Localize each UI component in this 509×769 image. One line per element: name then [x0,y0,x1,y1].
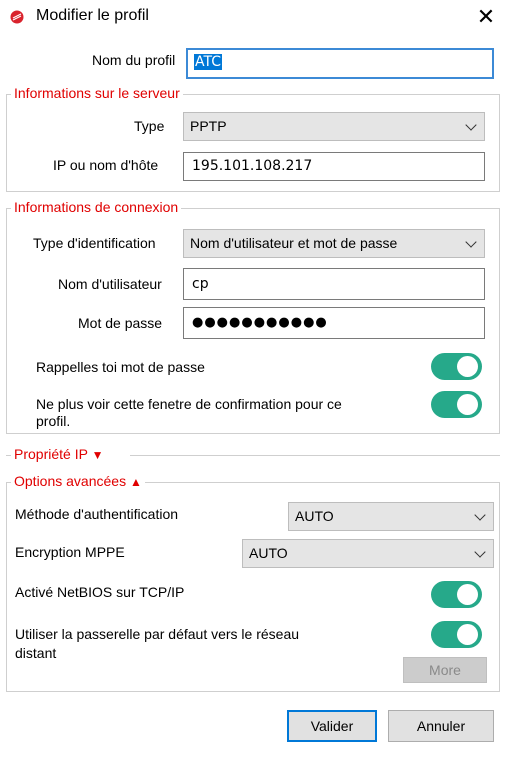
connection-info-legend: Informations de connexion [11,199,182,215]
hide-confirm-label-line1: Ne plus voir cette fenetre de confirmati… [36,396,342,412]
type-select[interactable]: PPTP [183,112,485,141]
auth-type-select[interactable]: Nom d'utilisateur et mot de passe [183,229,485,258]
chevron-down-icon [465,236,477,248]
auth-method-label: Méthode d'authentification [15,506,179,522]
ip-props-toggle[interactable]: Propriété IP ▼ [11,446,107,462]
chevron-down-icon [474,546,486,558]
triangle-up-icon: ▲ [129,475,142,489]
advanced-options-toggle[interactable]: Options avancées ▲ [11,473,145,489]
gateway-toggle[interactable] [431,621,482,648]
username-label: Nom d'utilisateur [58,276,162,292]
gateway-label-line2: distant [15,645,57,661]
validate-button[interactable]: Valider [287,710,377,742]
hide-confirm-label-line2: profil. [36,413,71,429]
chevron-down-icon [474,509,486,521]
window-title: Modifier le profil [36,7,149,24]
remember-password-label: Rappelles toi mot de passe [36,359,205,375]
mppe-select-value: AUTO [249,545,288,561]
more-button[interactable]: More [403,657,487,683]
host-input-value: 195.101.108.217 [192,158,313,174]
password-input[interactable]: ●●●●●●●●●●● [183,307,485,339]
ip-props-label: Propriété IP [14,446,88,462]
auth-method-select-value: AUTO [295,508,334,524]
username-input[interactable]: cp [183,268,485,300]
title-bar: Modifier le profil ✕ [0,0,509,36]
auth-method-select[interactable]: AUTO [288,502,494,531]
close-icon[interactable]: ✕ [472,3,500,31]
password-label: Mot de passe [78,315,163,331]
auth-type-label: Type d'identification [33,235,156,251]
type-label: Type [134,118,165,134]
mppe-label: Encryption MPPE [15,544,125,560]
gateway-label-line1: Utiliser la passerelle par défaut vers l… [15,626,300,642]
toggle-knob [457,394,478,415]
profile-name-input[interactable]: ATC [186,48,494,79]
ip-props-separator [130,455,500,456]
server-info-legend: Informations sur le serveur [11,85,183,101]
remember-password-toggle[interactable] [431,353,482,380]
type-select-value: PPTP [190,118,227,134]
password-input-value: ●●●●●●●●●●● [192,315,328,330]
triangle-down-icon: ▼ [91,448,104,462]
profile-name-label: Nom du profil [92,52,176,68]
toggle-knob [457,624,478,645]
hide-confirm-toggle[interactable] [431,391,482,418]
profile-name-value: ATC [194,54,222,70]
netbios-label: Activé NetBIOS sur TCP/IP [15,584,185,600]
username-input-value: cp [192,276,209,292]
chevron-down-icon [465,119,477,131]
app-logo-icon [10,10,24,24]
cancel-button[interactable]: Annuler [388,710,494,742]
auth-type-select-value: Nom d'utilisateur et mot de passe [190,235,398,251]
netbios-toggle[interactable] [431,581,482,608]
host-input[interactable]: 195.101.108.217 [183,152,485,181]
toggle-knob [457,356,478,377]
advanced-options-legend: Options avancées [14,473,127,489]
mppe-select[interactable]: AUTO [242,539,494,568]
toggle-knob [457,584,478,605]
host-label: IP ou nom d'hôte [53,157,159,173]
